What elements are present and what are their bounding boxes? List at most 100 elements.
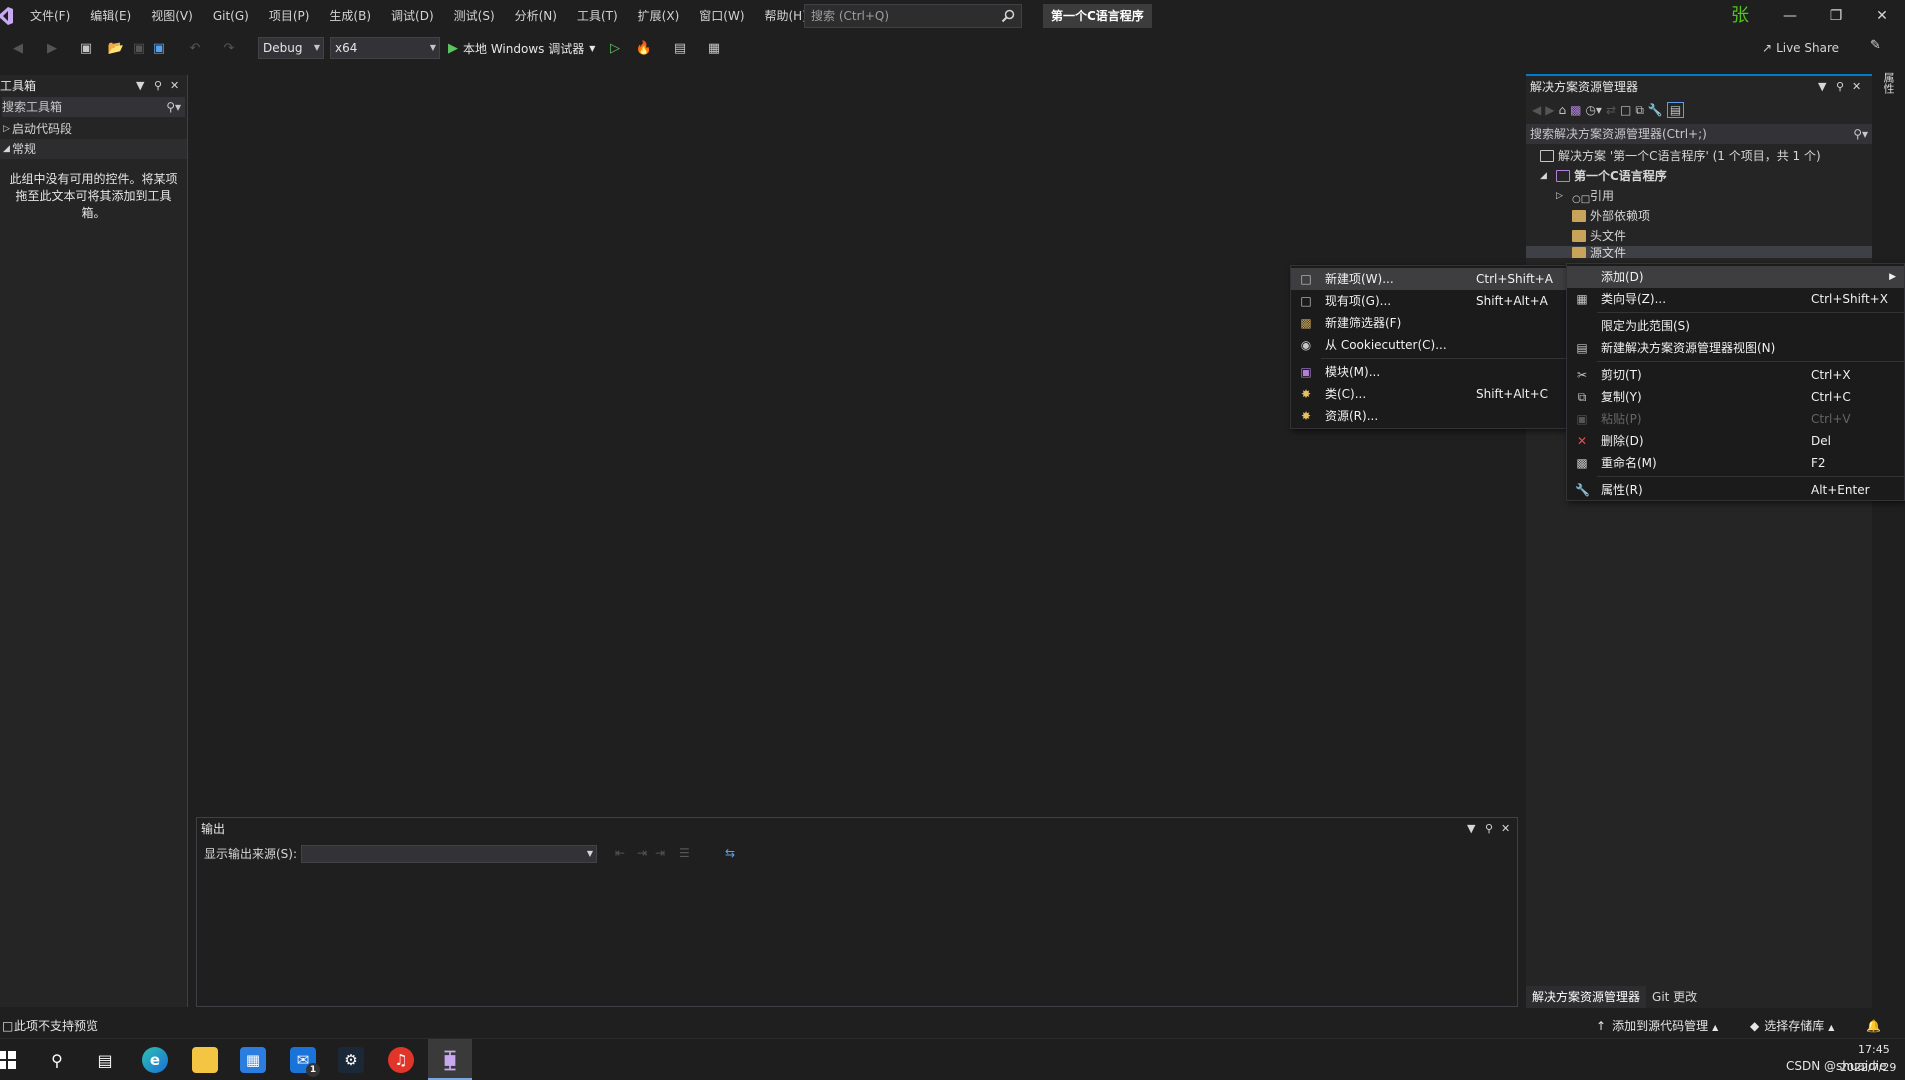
browse-icon[interactable]: ▤ xyxy=(670,37,690,59)
menu-item-scope-to-this[interactable]: 限定为此范围(S) xyxy=(1567,315,1904,337)
dropdown-icon[interactable]: ▼ xyxy=(1818,76,1826,98)
menu-project[interactable]: 项目(P) xyxy=(259,0,320,32)
menu-item-new-filter[interactable]: ▩ 新建筛选器(F) xyxy=(1291,312,1567,334)
global-search-input[interactable]: 搜索 (Ctrl+Q) xyxy=(804,4,1022,28)
new-project-icon[interactable]: ▣ xyxy=(74,37,98,59)
file-explorer-icon[interactable] xyxy=(192,1047,218,1073)
visual-studio-taskbar-icon[interactable]: ⧯ xyxy=(428,1039,472,1080)
pin-icon[interactable]: ⚲ xyxy=(1836,76,1844,98)
menu-edit[interactable]: 编辑(E) xyxy=(80,0,141,32)
pending-changes-filter-icon[interactable]: ◷▾ xyxy=(1585,103,1602,117)
tree-item-external-deps[interactable]: 外部依赖项 xyxy=(1526,206,1872,226)
toolbox-group-snippets[interactable]: ▷ 启动代码段 xyxy=(0,119,187,139)
close-icon[interactable]: ✕ xyxy=(170,75,179,97)
save-all-icon[interactable]: ▣ xyxy=(150,37,168,59)
search-icon[interactable]: ⚲ xyxy=(44,1047,70,1073)
menu-extensions[interactable]: 扩展(X) xyxy=(628,0,690,32)
start-without-debugging-icon[interactable]: ▷ xyxy=(606,37,624,59)
goto-next-message-icon[interactable]: ⇥ xyxy=(637,846,647,860)
menu-debug[interactable]: 调试(D) xyxy=(381,0,444,32)
menu-test[interactable]: 测试(S) xyxy=(444,0,505,32)
tree-item-source-files[interactable]: 源文件 xyxy=(1526,246,1872,258)
task-view-icon[interactable]: ▤ xyxy=(92,1047,118,1073)
microsoft-store-icon[interactable]: ▦ xyxy=(240,1047,266,1073)
editor-area[interactable] xyxy=(190,75,1524,815)
toolbox-group-general[interactable]: ◢ 常规 xyxy=(0,139,187,159)
dropdown-icon[interactable]: ▼ xyxy=(1467,818,1475,840)
save-icon[interactable]: ▣ xyxy=(130,37,148,59)
tab-git-changes[interactable]: Git 更改 xyxy=(1646,986,1703,1008)
windows-start-icon[interactable] xyxy=(0,1047,18,1073)
menu-item-copy[interactable]: ⧉ 复制(Y) Ctrl+C xyxy=(1567,386,1904,408)
toolbox-search-input[interactable]: 搜索工具箱 ⚲▾ xyxy=(2,97,185,117)
clear-all-icon[interactable]: ☰ xyxy=(679,846,690,860)
clock-date[interactable]: 2022/7/29 xyxy=(1840,1061,1896,1074)
goto-prev-message-icon[interactable]: ⇤ xyxy=(615,846,625,860)
menu-view[interactable]: 视图(V) xyxy=(141,0,203,32)
redo-icon[interactable]: ↷ xyxy=(214,37,244,59)
menu-window[interactable]: 窗口(W) xyxy=(689,0,754,32)
find-message-icon[interactable]: ⇥ xyxy=(655,846,665,860)
tree-item-solution[interactable]: 解决方案 '第一个C语言程序' (1 个项目，共 1 个) xyxy=(1526,146,1872,166)
menu-file[interactable]: 文件(F) xyxy=(20,0,80,32)
menu-item-resource[interactable]: ✸ 资源(R)... xyxy=(1291,405,1567,427)
menu-item-cut[interactable]: ✂ 剪切(T) Ctrl+X xyxy=(1567,364,1904,386)
menu-item-new-item[interactable]: □ 新建项(W)... Ctrl+Shift+A xyxy=(1291,268,1567,290)
menu-item-properties[interactable]: 🔧 属性(R) Alt+Enter xyxy=(1567,479,1904,501)
steam-icon[interactable]: ⚙ xyxy=(338,1047,364,1073)
user-avatar[interactable]: 张 xyxy=(1728,4,1752,28)
restore-button[interactable]: ❐ xyxy=(1813,0,1859,32)
start-debugging-button[interactable]: ▶ 本地 Windows 调试器 ▼ xyxy=(448,37,608,59)
menu-item-rename[interactable]: ▩ 重命名(M) F2 xyxy=(1567,452,1904,474)
clock-time[interactable]: 17:45 xyxy=(1858,1043,1890,1056)
netease-music-icon[interactable]: ♫ xyxy=(388,1047,414,1073)
pin-icon[interactable]: ⚲ xyxy=(154,75,162,97)
menu-item-new-explorer-view[interactable]: ▤ 新建解决方案资源管理器视图(N) xyxy=(1567,337,1904,359)
properties-wrench-icon[interactable]: 🔧 xyxy=(1648,103,1663,117)
feedback-icon[interactable]: ✎ xyxy=(1870,38,1881,53)
open-folder-icon[interactable]: 📂 xyxy=(106,37,126,59)
switch-views-icon[interactable]: ▩ xyxy=(1570,103,1581,117)
collapse-all-icon[interactable]: □ xyxy=(1620,103,1631,117)
pin-icon[interactable]: ⚲ xyxy=(1485,818,1493,840)
select-repository-button[interactable]: ◆ 选择存储库 ▲ xyxy=(1750,1014,1834,1040)
menu-tools[interactable]: 工具(T) xyxy=(567,0,628,32)
live-share-button[interactable]: ↗ Live Share xyxy=(1762,37,1839,59)
add-to-source-control-button[interactable]: ↑ 添加到源代码管理 ▲ xyxy=(1596,1014,1718,1040)
home-icon[interactable]: ⌂ xyxy=(1558,103,1566,117)
hot-reload-icon[interactable]: 🔥 xyxy=(630,37,658,59)
menu-item-class-wizard[interactable]: ▦ 类向导(Z)... Ctrl+Shift+X xyxy=(1567,288,1904,310)
menu-git[interactable]: Git(G) xyxy=(203,0,259,32)
tree-item-header-files[interactable]: 头文件 xyxy=(1526,226,1872,246)
properties-tab[interactable]: 属性 xyxy=(1880,72,1896,94)
menu-item-existing-item[interactable]: □ 现有项(G)... Shift+Alt+A xyxy=(1291,290,1567,312)
back-icon[interactable]: ◀ xyxy=(1532,103,1541,117)
menu-item-add[interactable]: 添加(D) ▶ xyxy=(1567,266,1904,288)
layout-icon[interactable]: ▦ xyxy=(700,37,728,59)
tree-item-references[interactable]: ▷ ○□引用 xyxy=(1526,186,1872,206)
solution-explorer-search-input[interactable]: 搜索解决方案资源管理器(Ctrl+;) ⚲▾ xyxy=(1526,124,1872,144)
mail-icon[interactable]: ✉ 1 xyxy=(290,1047,320,1077)
menu-item-class[interactable]: ✸ 类(C)... Shift+Alt+C xyxy=(1291,383,1567,405)
back-icon[interactable]: ◀ xyxy=(8,37,28,59)
menu-item-cookiecutter[interactable]: ◉ 从 Cookiecutter(C)... xyxy=(1291,334,1567,356)
configuration-select[interactable]: Debug ▼ xyxy=(258,37,324,59)
dropdown-icon[interactable]: ▼ xyxy=(136,75,144,97)
menu-item-delete[interactable]: ✕ 删除(D) Del xyxy=(1567,430,1904,452)
minimize-button[interactable]: — xyxy=(1767,0,1813,32)
close-icon[interactable]: ✕ xyxy=(1501,818,1510,840)
menu-analyze[interactable]: 分析(N) xyxy=(505,0,567,32)
forward-icon[interactable]: ▶ xyxy=(42,37,62,59)
undo-icon[interactable]: ↶ xyxy=(180,37,210,59)
toggle-word-wrap-icon[interactable]: ⇆ xyxy=(725,846,735,860)
tree-item-project[interactable]: ◢ 第一个C语言程序 xyxy=(1526,166,1872,186)
preview-selected-icon[interactable]: ▤ xyxy=(1666,102,1685,118)
platform-select[interactable]: x64 ▼ xyxy=(330,37,440,59)
menu-item-module[interactable]: ▣ 模块(M)... xyxy=(1291,361,1567,383)
sync-icon[interactable]: ⇄ xyxy=(1606,103,1616,117)
tab-solution-explorer[interactable]: 解决方案资源管理器 xyxy=(1526,986,1647,1008)
edge-browser-icon[interactable]: e xyxy=(142,1047,168,1073)
close-window-button[interactable]: ✕ xyxy=(1859,0,1905,32)
menu-build[interactable]: 生成(B) xyxy=(319,0,381,32)
notifications-bell-icon[interactable]: 🔔 xyxy=(1866,1014,1881,1038)
